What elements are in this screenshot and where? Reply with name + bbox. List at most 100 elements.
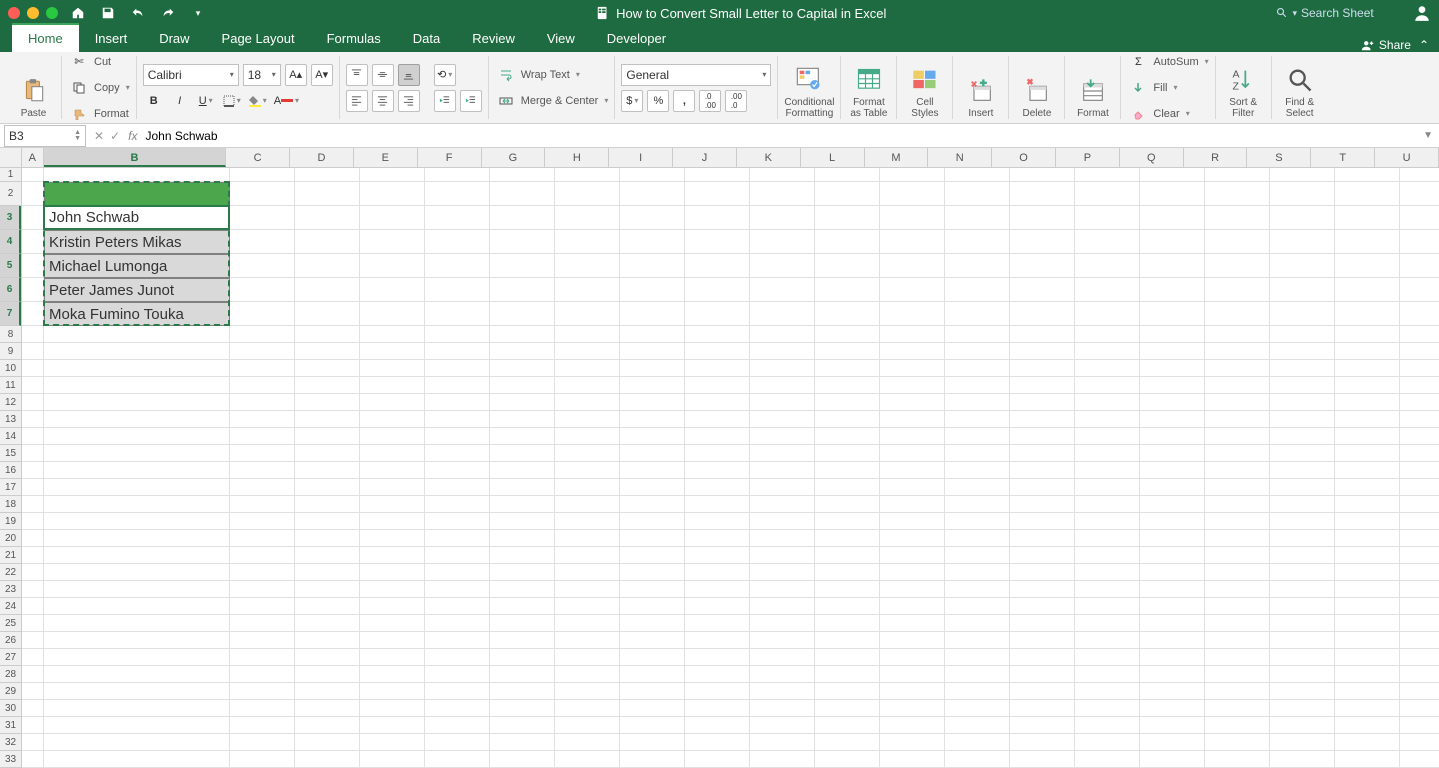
- row-header-20[interactable]: 20: [0, 530, 21, 547]
- column-header-L[interactable]: L: [801, 148, 865, 167]
- column-header-T[interactable]: T: [1311, 148, 1375, 167]
- row-header-4[interactable]: 4: [0, 230, 21, 254]
- align-middle-button[interactable]: [372, 64, 394, 86]
- column-header-C[interactable]: C: [226, 148, 290, 167]
- row-header-23[interactable]: 23: [0, 581, 21, 598]
- column-header-K[interactable]: K: [737, 148, 801, 167]
- cell-B3[interactable]: John Schwab: [44, 206, 230, 230]
- conditional-formatting-group[interactable]: Conditional Formatting: [778, 56, 841, 119]
- underline-button[interactable]: U▾: [195, 90, 217, 112]
- row-header-28[interactable]: 28: [0, 666, 21, 683]
- column-header-P[interactable]: P: [1056, 148, 1120, 167]
- row-header-32[interactable]: 32: [0, 734, 21, 751]
- font-size-combo[interactable]: 18▾: [243, 64, 281, 86]
- cell-B2[interactable]: [44, 182, 230, 206]
- italic-button[interactable]: I: [169, 90, 191, 112]
- decrease-decimal-button[interactable]: .00.0: [725, 90, 747, 112]
- row-header-10[interactable]: 10: [0, 360, 21, 377]
- cell-B7[interactable]: Moka Fumino Touka: [44, 302, 230, 326]
- column-header-S[interactable]: S: [1247, 148, 1311, 167]
- align-left-button[interactable]: [346, 90, 368, 112]
- select-all-corner[interactable]: [0, 148, 22, 168]
- column-header-J[interactable]: J: [673, 148, 737, 167]
- borders-button[interactable]: ▾: [221, 90, 243, 112]
- tab-page-layout[interactable]: Page Layout: [206, 25, 311, 52]
- autosum-button[interactable]: Σ: [1127, 52, 1149, 73]
- row-header-13[interactable]: 13: [0, 411, 21, 428]
- row-header-15[interactable]: 15: [0, 445, 21, 462]
- cut-button[interactable]: ✄: [68, 52, 90, 73]
- column-header-G[interactable]: G: [482, 148, 546, 167]
- column-header-B[interactable]: B: [44, 148, 227, 167]
- tab-home[interactable]: Home: [12, 23, 79, 52]
- orientation-button[interactable]: ⟲▾: [434, 64, 456, 86]
- row-header-7[interactable]: 7: [0, 302, 21, 326]
- redo-icon[interactable]: [160, 5, 176, 21]
- sort-filter-group[interactable]: AZ Sort & Filter: [1216, 56, 1272, 119]
- clear-button[interactable]: [1127, 103, 1149, 125]
- row-header-8[interactable]: 8: [0, 326, 21, 343]
- decrease-indent-button[interactable]: [434, 90, 456, 112]
- column-header-F[interactable]: F: [418, 148, 482, 167]
- row-header-27[interactable]: 27: [0, 649, 21, 666]
- column-header-U[interactable]: U: [1375, 148, 1439, 167]
- bold-button[interactable]: B: [143, 90, 165, 112]
- column-header-A[interactable]: A: [22, 148, 44, 167]
- fx-label[interactable]: fx: [128, 129, 137, 143]
- column-header-I[interactable]: I: [609, 148, 673, 167]
- percent-button[interactable]: %: [647, 90, 669, 112]
- row-header-6[interactable]: 6: [0, 278, 21, 302]
- tab-formulas[interactable]: Formulas: [311, 25, 397, 52]
- align-bottom-button[interactable]: [398, 64, 420, 86]
- row-header-9[interactable]: 9: [0, 343, 21, 360]
- fill-button[interactable]: [1127, 77, 1149, 99]
- paste-button[interactable]: [19, 76, 49, 106]
- format-as-table-group[interactable]: Format as Table: [841, 56, 897, 119]
- decrease-font-button[interactable]: A▾: [311, 64, 333, 86]
- tab-data[interactable]: Data: [397, 25, 456, 52]
- column-header-D[interactable]: D: [290, 148, 354, 167]
- collapse-ribbon-icon[interactable]: ⌃: [1419, 38, 1429, 52]
- search-input[interactable]: [1301, 6, 1401, 20]
- align-right-button[interactable]: [398, 90, 420, 112]
- row-header-1[interactable]: 1: [0, 168, 21, 182]
- enter-formula-icon[interactable]: ✓: [110, 129, 120, 143]
- home-icon[interactable]: [70, 5, 86, 21]
- tab-insert[interactable]: Insert: [79, 25, 144, 52]
- row-header-18[interactable]: 18: [0, 496, 21, 513]
- row-header-24[interactable]: 24: [0, 598, 21, 615]
- column-header-N[interactable]: N: [928, 148, 992, 167]
- cell-B5[interactable]: Michael Lumonga: [44, 254, 230, 278]
- cancel-formula-icon[interactable]: ✕: [94, 129, 104, 143]
- font-name-combo[interactable]: Calibri▾: [143, 64, 239, 86]
- formula-input[interactable]: [145, 129, 1423, 143]
- cells-area[interactable]: John SchwabKristin Peters MikasMichael L…: [22, 168, 1439, 745]
- row-header-12[interactable]: 12: [0, 394, 21, 411]
- column-header-Q[interactable]: Q: [1120, 148, 1184, 167]
- format-painter-button[interactable]: [68, 103, 90, 125]
- row-header-17[interactable]: 17: [0, 479, 21, 496]
- increase-font-button[interactable]: A▴: [285, 64, 307, 86]
- row-header-25[interactable]: 25: [0, 615, 21, 632]
- row-header-21[interactable]: 21: [0, 547, 21, 564]
- search-box[interactable]: ▾: [1276, 6, 1401, 20]
- column-header-O[interactable]: O: [992, 148, 1056, 167]
- row-header-26[interactable]: 26: [0, 632, 21, 649]
- row-header-11[interactable]: 11: [0, 377, 21, 394]
- copy-button[interactable]: [68, 77, 90, 99]
- font-color-button[interactable]: A▾: [273, 90, 300, 112]
- row-header-14[interactable]: 14: [0, 428, 21, 445]
- column-header-E[interactable]: E: [354, 148, 418, 167]
- cell-B4[interactable]: Kristin Peters Mikas: [44, 230, 230, 254]
- column-header-M[interactable]: M: [865, 148, 929, 167]
- increase-decimal-button[interactable]: .0.00: [699, 90, 721, 112]
- align-top-button[interactable]: [346, 64, 368, 86]
- delete-group[interactable]: Delete: [1009, 56, 1065, 119]
- row-header-2[interactable]: 2: [0, 182, 21, 206]
- insert-group[interactable]: Insert: [953, 56, 1009, 119]
- column-header-H[interactable]: H: [545, 148, 609, 167]
- merge-button[interactable]: [495, 90, 517, 112]
- find-select-group[interactable]: Find & Select: [1272, 56, 1328, 119]
- column-header-R[interactable]: R: [1184, 148, 1248, 167]
- undo-icon[interactable]: [130, 5, 146, 21]
